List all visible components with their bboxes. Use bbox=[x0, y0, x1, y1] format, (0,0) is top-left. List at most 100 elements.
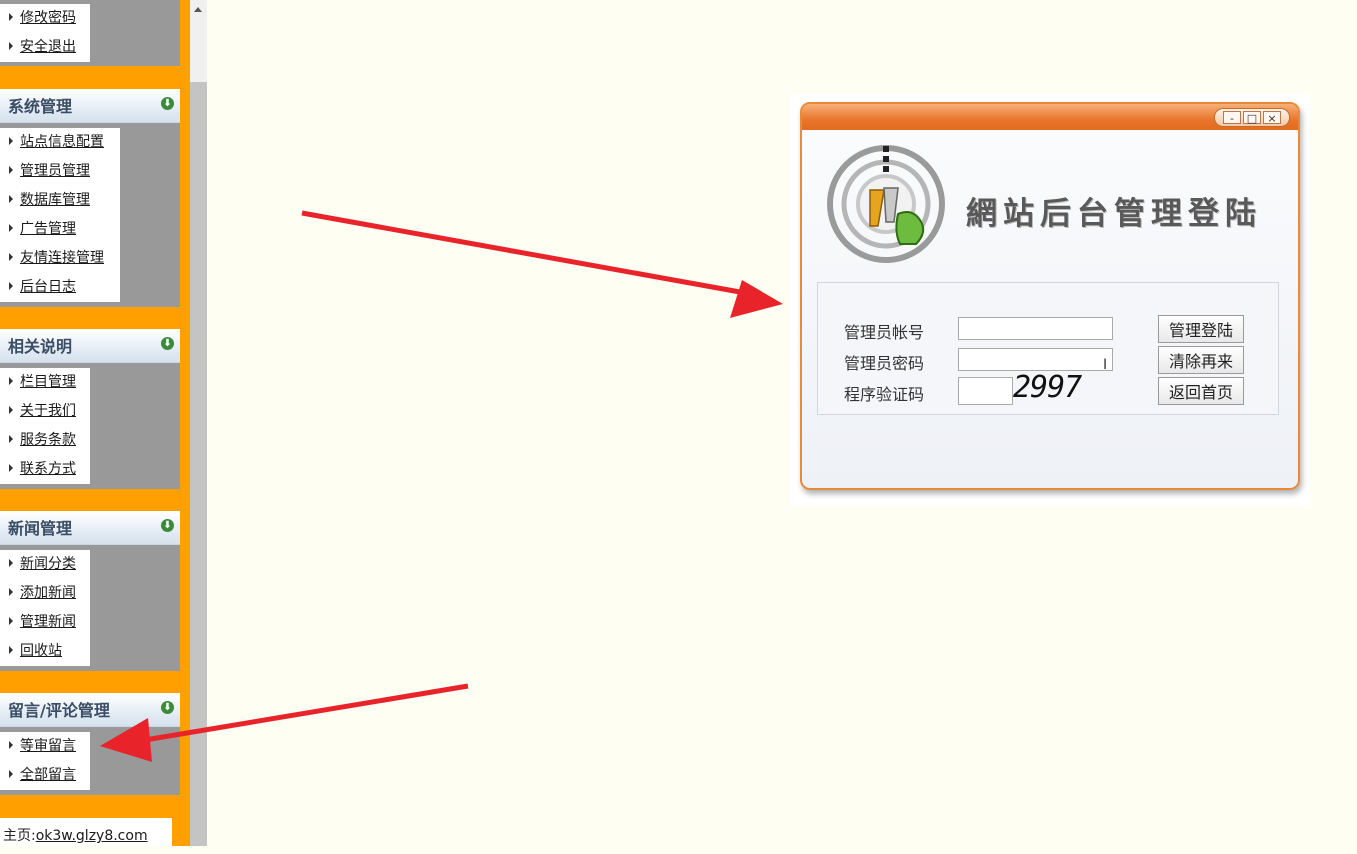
password-input[interactable] bbox=[958, 348, 1113, 371]
sidebar-item-news-category[interactable]: 新闻分类 bbox=[0, 550, 90, 579]
bullet-arrow-icon bbox=[9, 617, 13, 625]
sidebar-link[interactable]: 管理员管理 bbox=[20, 163, 90, 179]
close-icon[interactable]: × bbox=[1263, 111, 1281, 125]
login-title: 網站后台管理登陆 bbox=[966, 196, 1262, 232]
minimize-icon[interactable]: - bbox=[1223, 111, 1241, 125]
sidebar-item-terms[interactable]: 服务条款 bbox=[0, 426, 90, 455]
group-title: 系统管理 bbox=[8, 97, 73, 116]
sidebar-link[interactable]: 安全退出 bbox=[20, 39, 76, 55]
maximize-icon[interactable]: □ bbox=[1243, 111, 1261, 125]
sidebar-item-manage-news[interactable]: 管理新闻 bbox=[0, 608, 90, 637]
bullet-arrow-icon bbox=[9, 741, 13, 749]
sidebar-link[interactable]: 关于我们 bbox=[20, 403, 76, 419]
scroll-up-arrow-icon[interactable] bbox=[194, 7, 202, 12]
group-title: 相关说明 bbox=[8, 337, 73, 356]
arrow-to-login-icon bbox=[301, 210, 741, 295]
sidebar-link[interactable]: 数据库管理 bbox=[20, 192, 90, 208]
login-window: - □ × 網站后台管理登陆 管理员帐号 管理登陆 管理员密码 I 清除再来 程… bbox=[800, 102, 1300, 490]
sidebar-link[interactable]: 回收站 bbox=[20, 643, 62, 659]
group-title: 新闻管理 bbox=[8, 519, 73, 538]
bullet-arrow-icon bbox=[9, 253, 13, 261]
sidebar-item-columns[interactable]: 栏目管理 bbox=[0, 368, 90, 397]
sidebar-item-admin-manage[interactable]: 管理员管理 bbox=[0, 157, 120, 186]
bullet-arrow-icon bbox=[9, 770, 13, 778]
group-items-comments: 等审留言 全部留言 bbox=[0, 727, 180, 795]
admin-sidebar: 修改密码 安全退出 系统管理 ⬇ 站点信息配置 管理员管理 数据库管理 广告管理… bbox=[0, 0, 190, 846]
sidebar-link[interactable]: 等审留言 bbox=[20, 738, 76, 754]
sidebar-link[interactable]: 联系方式 bbox=[20, 461, 76, 477]
vertical-scrollbar[interactable] bbox=[190, 0, 207, 846]
bullet-arrow-icon bbox=[9, 13, 13, 21]
sidebar-link[interactable]: 修改密码 bbox=[20, 10, 76, 26]
sidebar-item-logout[interactable]: 安全退出 bbox=[0, 33, 90, 62]
sidebar-item-database[interactable]: 数据库管理 bbox=[0, 186, 120, 215]
bullet-arrow-icon bbox=[9, 646, 13, 654]
text-cursor-icon: I bbox=[1103, 357, 1108, 373]
sidebar-item-site-config[interactable]: 站点信息配置 bbox=[0, 128, 120, 157]
sidebar-item-contact[interactable]: 联系方式 bbox=[0, 455, 90, 484]
group-header-system[interactable]: 系统管理 ⬇ bbox=[0, 89, 180, 123]
group-items-system: 站点信息配置 管理员管理 数据库管理 广告管理 友情连接管理 后台日志 bbox=[0, 123, 180, 307]
homepage-label: 主页: bbox=[3, 828, 36, 844]
sidebar-item-admin-log[interactable]: 后台日志 bbox=[0, 273, 120, 302]
keys-logo-icon bbox=[827, 145, 945, 263]
bullet-arrow-icon bbox=[9, 137, 13, 145]
sidebar-link[interactable]: 友情连接管理 bbox=[20, 250, 104, 266]
bullet-arrow-icon bbox=[9, 42, 13, 50]
window-controls: - □ × bbox=[1214, 108, 1290, 127]
login-frame: - □ × 網站后台管理登陆 管理员帐号 管理登陆 管理员密码 I 清除再来 程… bbox=[790, 94, 1310, 506]
sidebar-link[interactable]: 站点信息配置 bbox=[20, 134, 104, 150]
sidebar-item-friend-links[interactable]: 友情连接管理 bbox=[0, 244, 120, 273]
password-label: 管理员密码 bbox=[844, 354, 925, 373]
homepage-link[interactable]: ok3w.glzy8.com bbox=[36, 828, 148, 844]
captcha-image[interactable]: 2997 bbox=[1013, 373, 1111, 403]
group-items-about: 栏目管理 关于我们 服务条款 联系方式 bbox=[0, 363, 180, 489]
sidebar-item-all-messages[interactable]: 全部留言 bbox=[0, 761, 90, 790]
bullet-arrow-icon bbox=[9, 224, 13, 232]
sidebar-item-recycle-bin[interactable]: 回收站 bbox=[0, 637, 90, 666]
bullet-arrow-icon bbox=[9, 166, 13, 174]
account-menu: 修改密码 安全退出 bbox=[0, 0, 180, 66]
group-header-news[interactable]: 新闻管理 ⬇ bbox=[0, 511, 180, 545]
homepage-footer: 主页:ok3w.glzy8.com bbox=[0, 818, 172, 846]
collapse-icon[interactable]: ⬇ bbox=[161, 337, 174, 350]
sidebar-link[interactable]: 新闻分类 bbox=[20, 556, 76, 572]
group-items-news: 新闻分类 添加新闻 管理新闻 回收站 bbox=[0, 545, 180, 671]
group-header-about[interactable]: 相关说明 ⬇ bbox=[0, 329, 180, 363]
username-input[interactable] bbox=[958, 317, 1113, 340]
bullet-arrow-icon bbox=[9, 559, 13, 567]
group-header-comments[interactable]: 留言/评论管理 ⬇ bbox=[0, 693, 180, 727]
home-button[interactable]: 返回首页 bbox=[1158, 377, 1244, 405]
sidebar-item-pending-messages[interactable]: 等审留言 bbox=[0, 732, 90, 761]
login-button[interactable]: 管理登陆 bbox=[1158, 315, 1244, 343]
bullet-arrow-icon bbox=[9, 406, 13, 414]
sidebar-item-add-news[interactable]: 添加新闻 bbox=[0, 579, 90, 608]
captcha-input[interactable] bbox=[958, 377, 1013, 405]
sidebar-link[interactable]: 广告管理 bbox=[20, 221, 76, 237]
username-label: 管理员帐号 bbox=[844, 323, 925, 342]
collapse-icon[interactable]: ⬇ bbox=[161, 97, 174, 110]
bullet-arrow-icon bbox=[9, 435, 13, 443]
bullet-arrow-icon bbox=[9, 588, 13, 596]
login-form: 管理员帐号 管理登陆 管理员密码 I 清除再来 程序验证码 2997 返回首页 bbox=[817, 282, 1279, 415]
bullet-arrow-icon bbox=[9, 377, 13, 385]
sidebar-link[interactable]: 添加新闻 bbox=[20, 585, 76, 601]
sidebar-link[interactable]: 管理新闻 bbox=[20, 614, 76, 630]
sidebar-link[interactable]: 栏目管理 bbox=[20, 374, 76, 390]
group-title: 留言/评论管理 bbox=[8, 701, 110, 720]
window-title-bar[interactable]: - □ × bbox=[802, 104, 1298, 130]
collapse-icon[interactable]: ⬇ bbox=[161, 519, 174, 532]
sidebar-item-about-us[interactable]: 关于我们 bbox=[0, 397, 90, 426]
captcha-label: 程序验证码 bbox=[844, 385, 925, 404]
sidebar-link[interactable]: 全部留言 bbox=[20, 767, 76, 783]
sidebar-item-change-password[interactable]: 修改密码 bbox=[0, 4, 90, 33]
scroll-thumb[interactable] bbox=[190, 82, 207, 846]
bullet-arrow-icon bbox=[9, 195, 13, 203]
clear-button[interactable]: 清除再来 bbox=[1158, 346, 1244, 374]
collapse-icon[interactable]: ⬇ bbox=[161, 701, 174, 714]
sidebar-link[interactable]: 后台日志 bbox=[20, 279, 76, 295]
sidebar-link[interactable]: 服务条款 bbox=[20, 432, 76, 448]
arrow-head-icon bbox=[730, 280, 783, 318]
bullet-arrow-icon bbox=[9, 464, 13, 472]
sidebar-item-ads[interactable]: 广告管理 bbox=[0, 215, 120, 244]
